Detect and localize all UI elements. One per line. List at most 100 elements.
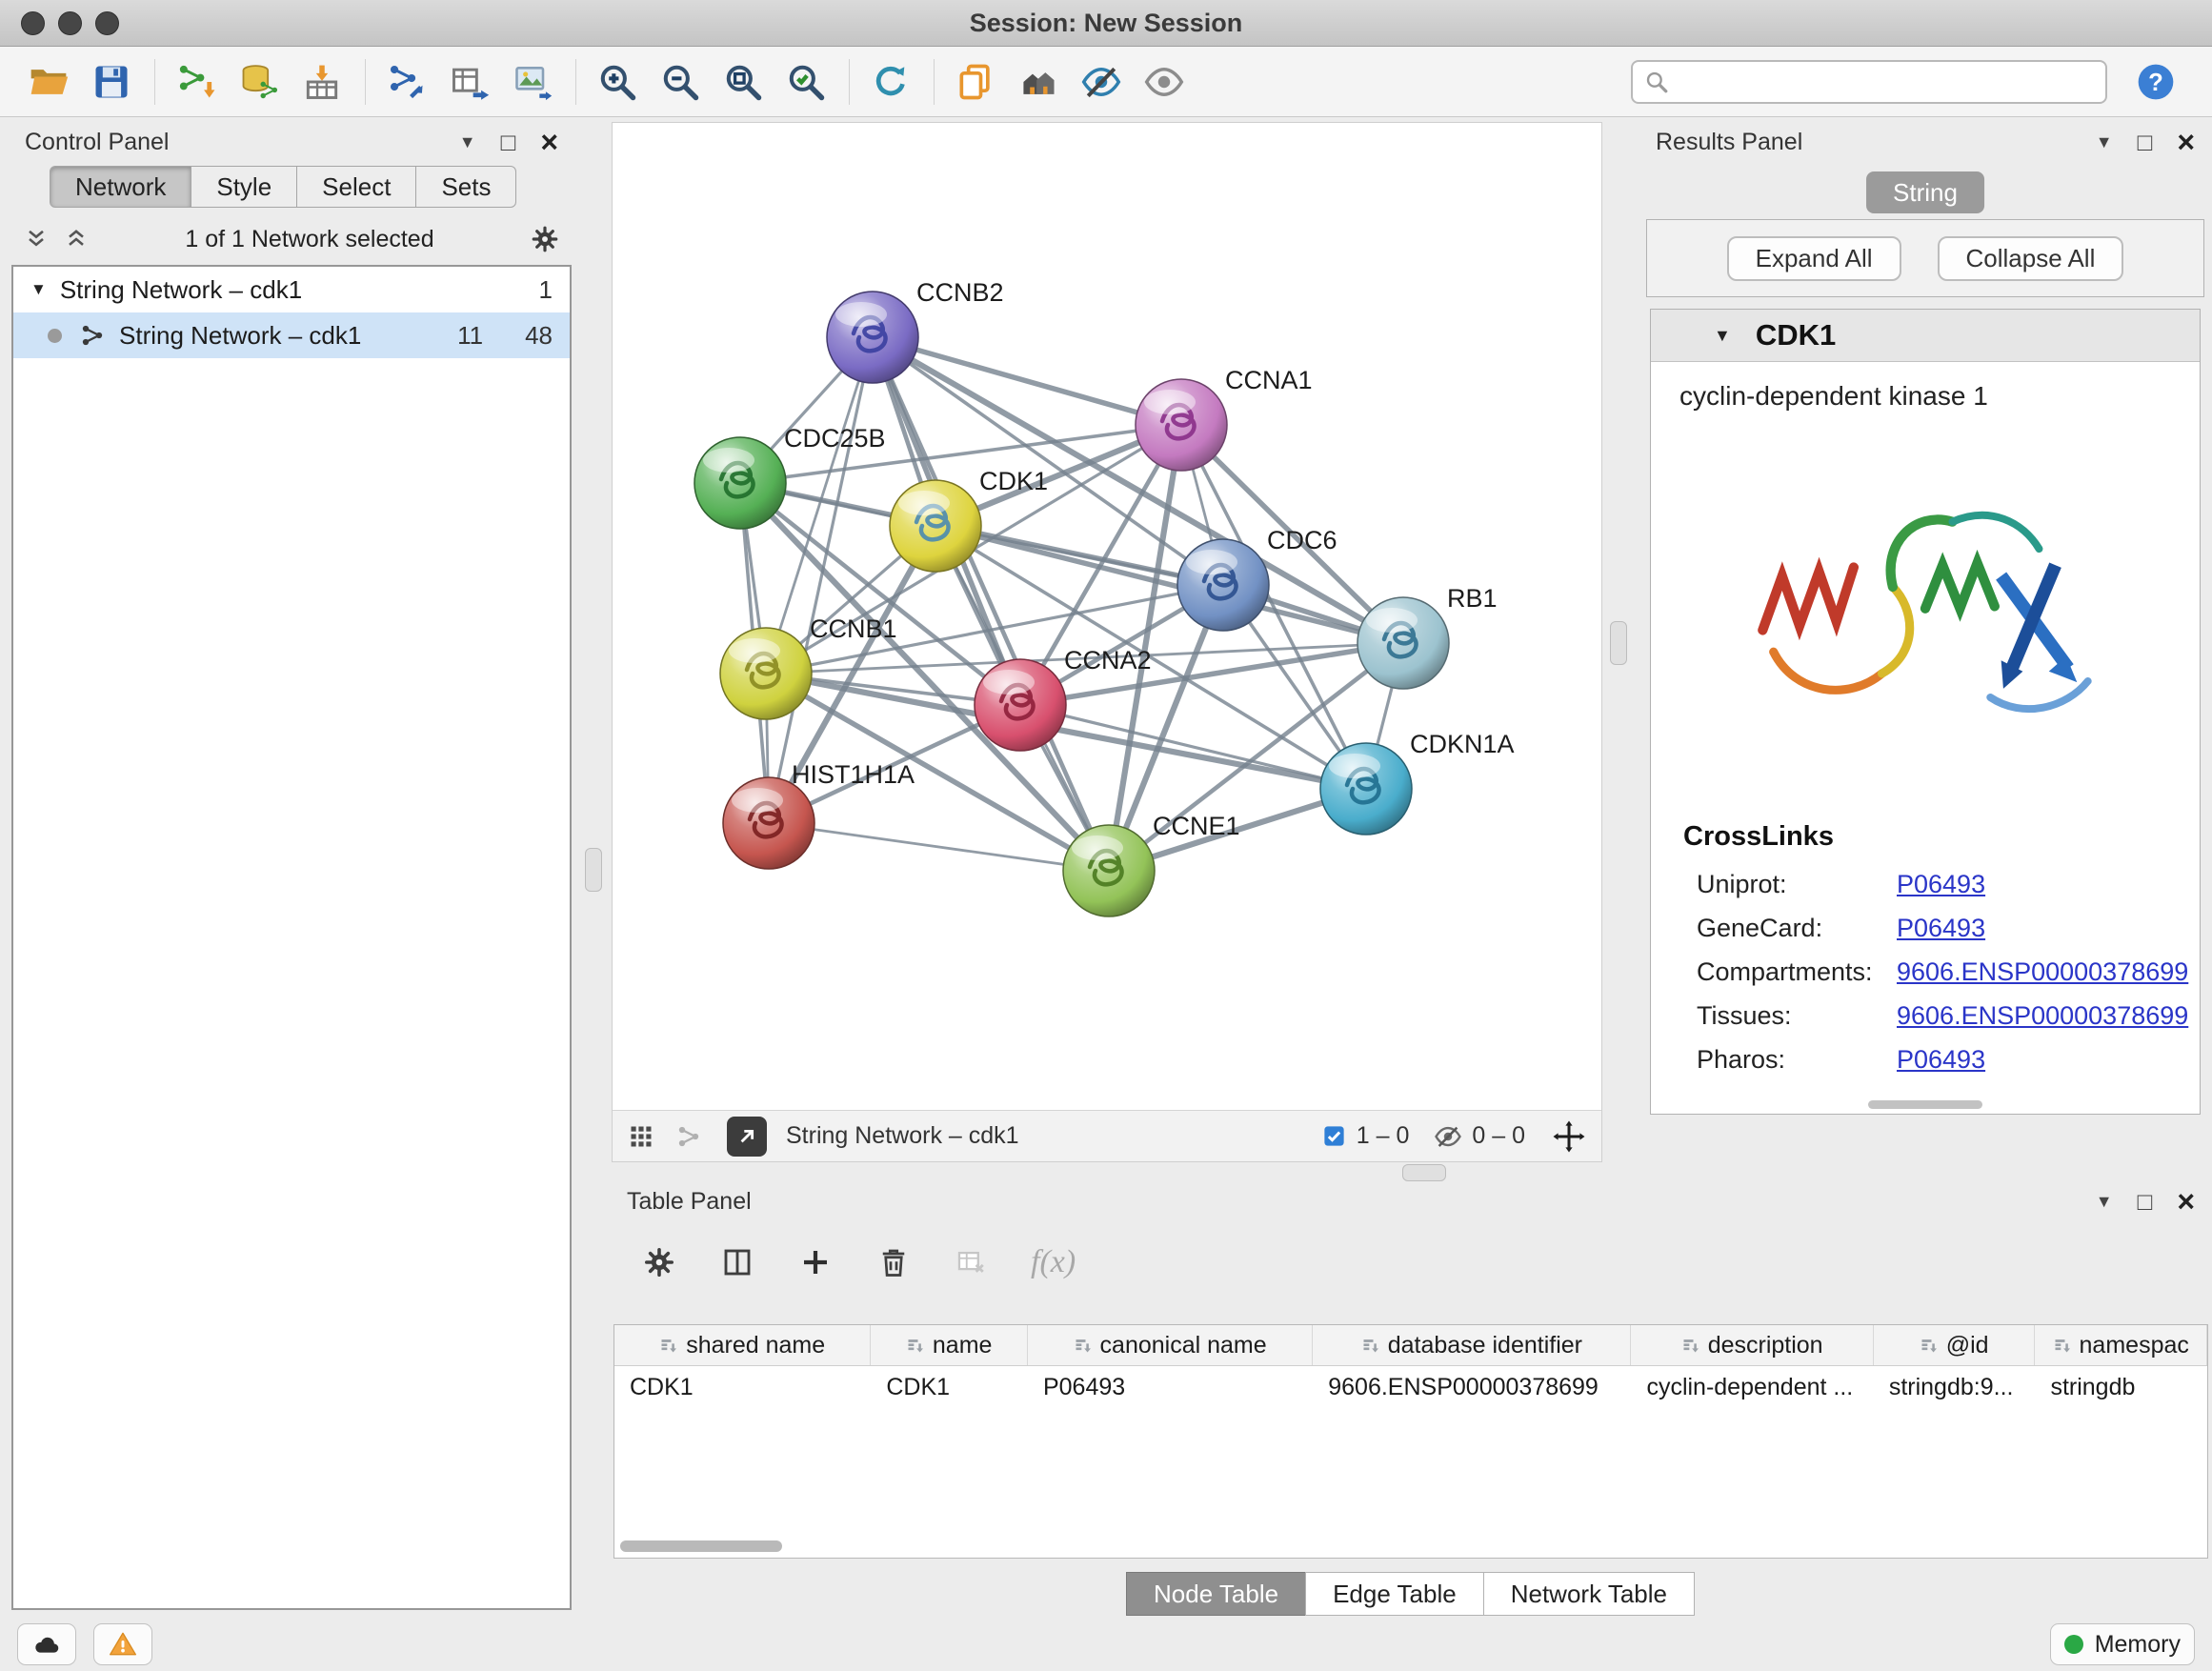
- zoom-fit-button[interactable]: [715, 54, 771, 110]
- horizontal-scrollbar[interactable]: [620, 1540, 2202, 1554]
- toolbar-separator: [934, 59, 935, 105]
- crosshair-icon[interactable]: [1552, 1119, 1586, 1154]
- splitter-handle[interactable]: [1402, 1164, 1446, 1181]
- crosslink-link[interactable]: P06493: [1897, 1045, 1985, 1075]
- zoom-out-button[interactable]: [653, 54, 708, 110]
- column-header-database-identifier[interactable]: database identifier: [1313, 1325, 1631, 1365]
- trash-icon[interactable]: [876, 1245, 911, 1279]
- column-header-description[interactable]: description: [1631, 1325, 1873, 1365]
- node-label-CCNA1: CCNA1: [1225, 366, 1313, 394]
- scrollbar-thumb[interactable]: [620, 1540, 782, 1552]
- protein-structure-image: [1725, 446, 2125, 760]
- search-input[interactable]: [1679, 67, 2094, 96]
- tab-node-table[interactable]: Node Table: [1126, 1572, 1306, 1616]
- tab-network[interactable]: Network: [50, 166, 191, 208]
- splitter-handle[interactable]: [585, 848, 602, 892]
- collapse-caret-icon[interactable]: ▼: [1714, 326, 1731, 346]
- edge-HIST1H1A-CCNE1[interactable]: [769, 823, 1109, 871]
- import-network-database-button[interactable]: [231, 54, 287, 110]
- image-export-icon: [512, 61, 553, 103]
- column-header-name[interactable]: name: [871, 1325, 1028, 1365]
- maximize-window-button[interactable]: [95, 11, 119, 35]
- cloud-button[interactable]: [17, 1623, 76, 1665]
- node-RB1[interactable]: RB1: [1357, 584, 1498, 689]
- minimize-window-button[interactable]: [58, 11, 82, 35]
- table-row[interactable]: CDK1CDK1P064939606.ENSP00000378699cyclin…: [614, 1366, 2207, 1408]
- save-session-button[interactable]: [84, 54, 139, 110]
- documents-button[interactable]: [948, 54, 1003, 110]
- memory-button[interactable]: Memory: [2050, 1623, 2195, 1665]
- column-header-namespac[interactable]: namespac: [2035, 1325, 2207, 1365]
- open-session-button[interactable]: [21, 54, 76, 110]
- node-CDKN1A[interactable]: CDKN1A: [1320, 730, 1515, 835]
- search-box[interactable]: [1631, 60, 2107, 104]
- float-panel-icon[interactable]: □: [2138, 1189, 2153, 1214]
- close-panel-icon[interactable]: ×: [2177, 1186, 2195, 1217]
- tab-edge-table[interactable]: Edge Table: [1305, 1572, 1484, 1616]
- open-overview-button[interactable]: [727, 1117, 767, 1157]
- expand-all-icon[interactable]: [63, 226, 90, 252]
- collapse-all-button[interactable]: Collapse All: [1938, 236, 2124, 281]
- float-panel-icon[interactable]: □: [501, 130, 516, 154]
- export-table-button[interactable]: [442, 54, 497, 110]
- warnings-button[interactable]: [93, 1623, 152, 1665]
- plus-icon[interactable]: [798, 1245, 833, 1279]
- column-header-canonical-name[interactable]: canonical name: [1028, 1325, 1313, 1365]
- expand-all-button[interactable]: Expand All: [1727, 236, 1901, 281]
- eye-slash-icon[interactable]: [1434, 1122, 1462, 1151]
- tab-sets[interactable]: Sets: [415, 166, 516, 208]
- columns-icon[interactable]: [720, 1245, 754, 1279]
- column-header-label: canonical name: [1100, 1332, 1267, 1359]
- tab-network-table[interactable]: Network Table: [1483, 1572, 1695, 1616]
- network-canvas[interactable]: CCNB2CCNA1CDC25BCDK1CDC6RB1CCNB1CCNA2CDK…: [613, 123, 1601, 1110]
- column-header--id[interactable]: @id: [1874, 1325, 2036, 1365]
- tab-string[interactable]: String: [1866, 171, 1984, 213]
- network-row-selected[interactable]: String Network – cdk1 11 48: [13, 312, 570, 358]
- panel-menu-icon[interactable]: ▼: [2096, 133, 2113, 151]
- apply-layout-button[interactable]: [863, 54, 918, 110]
- zoom-selected-button[interactable]: [778, 54, 834, 110]
- gene-header[interactable]: ▼ CDK1: [1651, 310, 2200, 362]
- grid-icon[interactable]: [628, 1123, 654, 1150]
- checkbox-icon[interactable]: [1321, 1123, 1347, 1149]
- close-panel-icon[interactable]: ×: [540, 127, 558, 157]
- float-panel-icon[interactable]: □: [2138, 130, 2153, 154]
- crosslink-link[interactable]: P06493: [1897, 870, 1985, 899]
- splitter-handle[interactable]: [1610, 621, 1627, 665]
- column-header-shared-name[interactable]: shared name: [614, 1325, 871, 1365]
- edge-CCNB2-CCNE1[interactable]: [873, 337, 1109, 871]
- edge-CCNB2-HIST1H1A[interactable]: [769, 337, 873, 823]
- tab-select[interactable]: Select: [296, 166, 416, 208]
- crosslink-link[interactable]: P06493: [1897, 914, 1985, 943]
- home-button[interactable]: [1011, 54, 1066, 110]
- zoom-in-button[interactable]: [590, 54, 645, 110]
- edge-CCNB2-CCNA1[interactable]: [873, 337, 1181, 425]
- export-network-button[interactable]: [379, 54, 434, 110]
- close-window-button[interactable]: [21, 11, 45, 35]
- node-CCNA1[interactable]: CCNA1: [1136, 366, 1313, 471]
- tab-style[interactable]: Style: [191, 166, 297, 208]
- close-panel-icon[interactable]: ×: [2177, 127, 2195, 157]
- column-header-label: @id: [1946, 1332, 1989, 1359]
- import-network-file-button[interactable]: [169, 54, 224, 110]
- panel-menu-icon[interactable]: ▼: [2096, 1193, 2113, 1210]
- collapse-all-icon[interactable]: [23, 226, 50, 252]
- toolbar-separator: [154, 59, 155, 105]
- tree-caret-icon[interactable]: ▼: [30, 280, 47, 299]
- network-collection-row[interactable]: ▼ String Network – cdk1 1: [13, 267, 570, 312]
- help-button[interactable]: ?: [2128, 54, 2183, 110]
- gear-icon[interactable]: [530, 224, 560, 254]
- import-table-button[interactable]: [294, 54, 350, 110]
- node-label-CCNA2: CCNA2: [1064, 646, 1152, 674]
- hide-selected-button[interactable]: [1074, 54, 1129, 110]
- results-scrollbar-thumb[interactable]: [1868, 1100, 1982, 1109]
- gear-icon[interactable]: [642, 1245, 676, 1279]
- crosslink-link[interactable]: 9606.ENSP00000378699: [1897, 957, 2188, 987]
- results-panel-title: Results Panel: [1656, 129, 1802, 156]
- show-all-button[interactable]: [1136, 54, 1192, 110]
- crosslink-link[interactable]: 9606.ENSP00000378699: [1897, 1001, 2188, 1031]
- panel-menu-icon[interactable]: ▼: [459, 133, 476, 151]
- share-icon[interactable]: [675, 1123, 702, 1150]
- export-image-button[interactable]: [505, 54, 560, 110]
- node-HIST1H1A[interactable]: HIST1H1A: [723, 760, 915, 869]
